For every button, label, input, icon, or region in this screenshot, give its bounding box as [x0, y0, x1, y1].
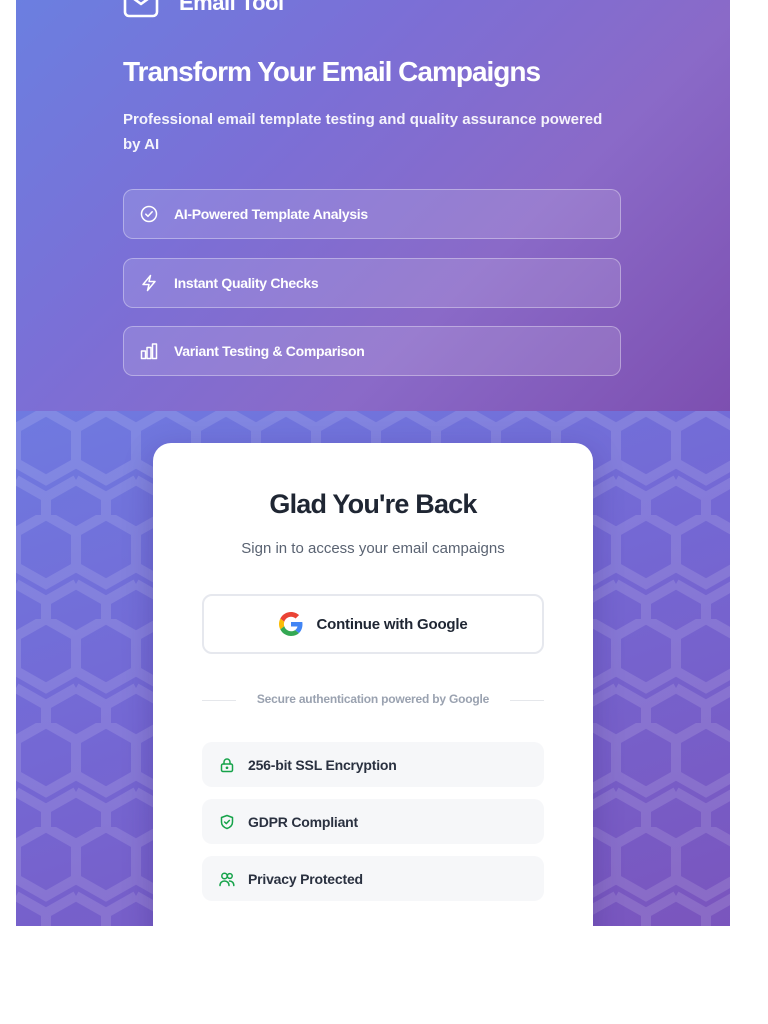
- continue-with-google-button[interactable]: Continue with Google: [202, 594, 544, 654]
- login-card: Glad You're Back Sign in to access your …: [153, 443, 593, 926]
- google-logo-icon: [278, 612, 303, 636]
- trust-item-gdpr: GDPR Compliant: [202, 799, 544, 844]
- feature-variant-testing: Variant Testing & Comparison: [123, 326, 621, 376]
- bar-chart-icon: [140, 342, 158, 360]
- hero-title: Transform Your Email Campaigns: [123, 56, 541, 87]
- mail-icon: [123, 0, 159, 18]
- trust-label: 256-bit SSL Encryption: [248, 756, 397, 773]
- login-subtitle: Sign in to access your email campaigns: [241, 540, 505, 557]
- divider-text: Secure authentication powered by Google: [256, 692, 490, 706]
- divider-right: [510, 700, 544, 701]
- feature-label: Variant Testing & Comparison: [174, 343, 365, 359]
- users-icon: [219, 871, 235, 887]
- feature-ai-analysis: AI-Powered Template Analysis: [123, 189, 621, 239]
- trust-item-ssl: 256-bit SSL Encryption: [202, 742, 544, 787]
- feature-label: Instant Quality Checks: [174, 275, 319, 291]
- login-title: Glad You're Back: [269, 489, 477, 519]
- check-circle-icon: [140, 205, 158, 223]
- lightning-icon: [140, 274, 158, 292]
- trust-label: Privacy Protected: [248, 870, 363, 887]
- feature-quality-checks: Instant Quality Checks: [123, 258, 621, 308]
- hero-section: Email Tool Transform Your Email Campaign…: [16, 0, 730, 411]
- feature-label: AI-Powered Template Analysis: [174, 206, 368, 222]
- lock-icon: [219, 757, 235, 773]
- google-button-label: Continue with Google: [316, 615, 468, 633]
- trust-item-privacy: Privacy Protected: [202, 856, 544, 901]
- shield-check-icon: [219, 814, 235, 830]
- app-frame: Email Tool Transform Your Email Campaign…: [16, 0, 730, 926]
- hero-subtitle: Professional email template testing and …: [123, 111, 603, 153]
- trust-label: GDPR Compliant: [248, 813, 358, 830]
- brand: Email Tool: [123, 0, 284, 18]
- brand-name: Email Tool: [179, 0, 284, 15]
